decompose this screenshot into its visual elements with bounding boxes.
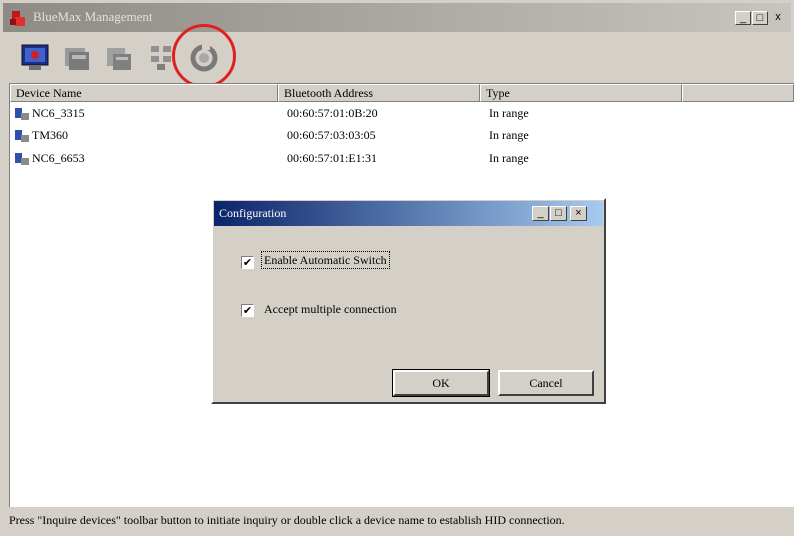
device-address: 00:60:57:01:E1:31 [287,151,377,165]
device-row-icon [15,108,29,120]
maximize-button[interactable]: □ [752,11,768,25]
dialog-minimize-button[interactable]: _ [532,206,549,221]
enable-automatic-switch-checkbox[interactable]: ✔ [241,256,254,269]
column-header-type[interactable]: Type [480,84,682,102]
device-name: TM360 [32,128,68,142]
table-row[interactable]: NC6_6653 00:60:57:01:E1:31 In range [12,148,772,170]
column-header-bluetooth-address[interactable]: Bluetooth Address [278,84,480,102]
main-window: BlueMax Management _ □ x Device Name Blu… [0,0,794,536]
app-logo-icon [10,11,25,26]
enable-automatic-switch-label[interactable]: Enable Automatic Switch [261,251,390,269]
highlight-circle [172,24,236,88]
table-row[interactable]: NC6_3315 00:60:57:01:0B:20 In range [12,103,772,125]
dialog-title: Configuration [219,206,287,220]
configuration-dialog: Configuration _ □ × ✔ Enable Automatic S… [211,198,606,404]
device-address: 00:60:57:03:03:05 [287,128,376,142]
device-address: 00:60:57:01:0B:20 [287,106,378,120]
dialog-title-bar[interactable]: Configuration _ □ × [214,201,603,226]
title-bar[interactable]: BlueMax Management _ □ x [3,3,791,32]
status-bar: Press "Inquire devices" toolbar button t… [3,508,791,533]
column-header-device-name[interactable]: Device Name [10,84,278,102]
device-row-icon [15,153,29,165]
accept-multiple-connection-label[interactable]: Accept multiple connection [264,302,397,317]
close-button[interactable]: x [770,11,786,25]
device-row-icon [15,130,29,142]
window-title: BlueMax Management [33,9,153,24]
column-header-empty [682,84,794,102]
minimize-button[interactable]: _ [735,11,751,25]
device-name: NC6_6653 [32,151,85,165]
device-type: In range [489,106,529,120]
device-type: In range [489,128,529,142]
table-row[interactable]: TM360 00:60:57:03:03:05 In range [12,125,772,147]
monitor-icon[interactable] [19,42,51,74]
device-icon[interactable] [61,42,93,74]
dialog-close-button[interactable]: × [570,206,587,221]
enable-automatic-switch-text: Enable Automatic Switch [261,251,390,269]
device-name: NC6_3315 [32,106,85,120]
dialog-maximize-button[interactable]: □ [550,206,567,221]
cancel-button[interactable]: Cancel [498,370,594,396]
accept-multiple-connection-checkbox[interactable]: ✔ [241,304,254,317]
device-type: In range [489,151,529,165]
device-disconnect-icon[interactable] [103,42,135,74]
toolbar [3,34,791,82]
status-text: Press "Inquire devices" toolbar button t… [9,513,565,527]
ok-button[interactable]: OK [392,369,490,397]
